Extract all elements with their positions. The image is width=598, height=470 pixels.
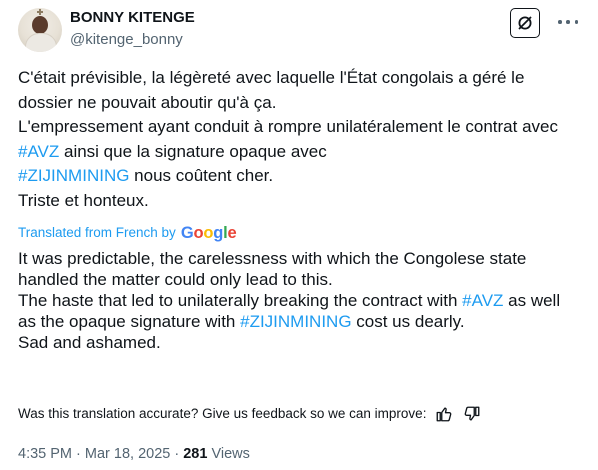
translated-line-3: Sad and ashamed. [18,333,161,352]
avatar[interactable] [18,8,62,52]
google-logo: Google [180,224,237,242]
translation-feedback: Was this translation accurate? Give us f… [18,404,482,424]
translated-line-2: The haste that led to unilaterally break… [18,291,561,331]
tweet-time[interactable]: 4:35 PM [18,446,72,462]
author-handle[interactable]: @kitenge_bonny [70,30,183,50]
hashtag-zijinmining[interactable]: #ZIJINMINING [18,166,129,185]
grok-icon [518,16,532,30]
tweet-date[interactable]: Mar 18, 2025 [85,446,170,462]
original-line-2: L'empressement ayant conduit à rompre un… [18,117,558,185]
more-icon [558,20,562,24]
thumbs-down-button[interactable] [462,404,482,424]
translated-line-1: It was predictable, the carelessness wit… [18,249,527,289]
tweet-translated-text: It was predictable, the carelessness wit… [18,248,578,353]
hashtag-zijinmining-translated[interactable]: #ZIJINMINING [240,312,351,331]
tweet-original-text: C'était prévisible, la légèreté avec laq… [18,66,578,213]
thumbs-down-icon [465,406,480,421]
thumbs-up-button[interactable] [434,404,454,424]
views-count: 281 [183,446,208,462]
hashtag-avz-translated[interactable]: #AVZ [462,291,503,310]
tweet-header: BONNY KITENGE @kitenge_bonny [18,6,584,54]
original-line-1: C'était prévisible, la légèreté avec laq… [18,68,525,112]
author-name[interactable]: BONNY KITENGE [70,8,195,28]
hashtag-avz[interactable]: #AVZ [18,142,59,161]
grok-button[interactable] [510,8,540,38]
original-line-3: Triste et honteux. [18,190,149,210]
more-button[interactable] [558,16,578,28]
feedback-prompt: Was this translation accurate? Give us f… [18,406,427,421]
views-label: Views [207,446,250,462]
translated-by-label[interactable]: Translated from French by Google [18,224,237,242]
tweet-meta: 4:35 PM · Mar 18, 2025 · 281 Views [18,446,250,462]
thumbs-up-icon [437,407,452,422]
cross-icon [37,9,43,15]
